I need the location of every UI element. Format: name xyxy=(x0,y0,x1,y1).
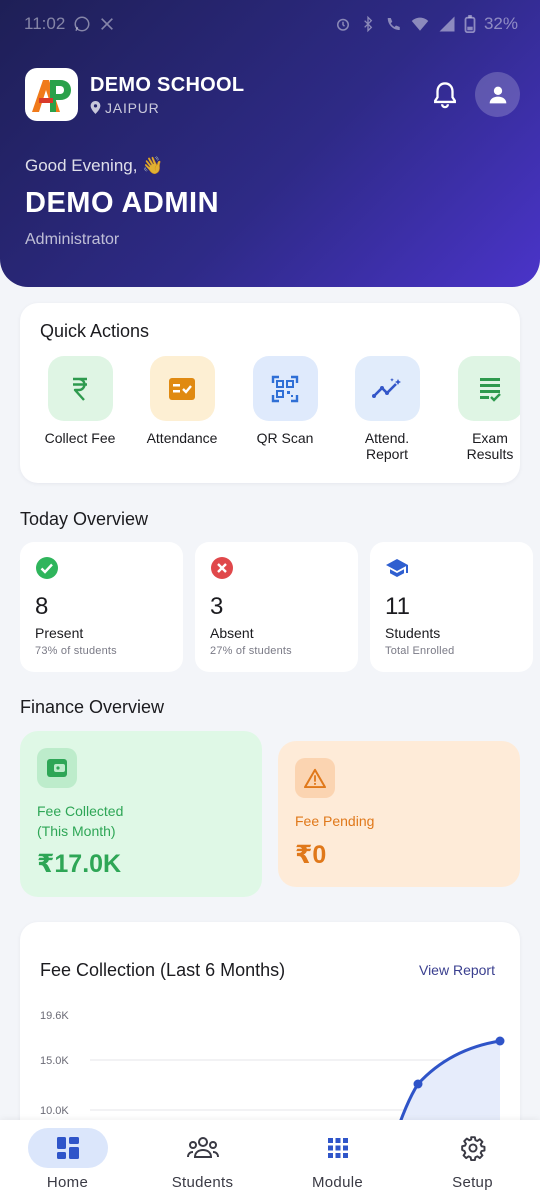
fee-pending-value: ₹0 xyxy=(295,841,327,869)
today-overview-title: Today Overview xyxy=(20,509,149,529)
quick-action-label: Collect Fee xyxy=(44,430,116,446)
present-label: Present xyxy=(35,625,84,641)
absent-count: 3 xyxy=(210,593,224,620)
students-card[interactable]: 11 Students Total Enrolled xyxy=(370,542,533,672)
status-bar: 11:02 32% xyxy=(24,10,518,38)
status-time: 11:02 xyxy=(24,14,66,33)
nav-setup[interactable]: Setup xyxy=(405,1120,540,1200)
present-sub: 73% of students xyxy=(35,645,117,657)
signal-icon xyxy=(439,16,455,32)
grid-icon xyxy=(298,1128,378,1168)
people-icon xyxy=(163,1128,243,1168)
fee-collected-label: Fee Collected (This Month) xyxy=(37,801,123,841)
absent-label: Absent xyxy=(210,625,254,641)
profile-button[interactable] xyxy=(475,72,520,117)
attendance-icon xyxy=(149,356,215,421)
wallet-icon xyxy=(37,748,77,788)
settings-icon xyxy=(433,1128,513,1168)
analytics-icon xyxy=(354,356,420,421)
location-pin-icon xyxy=(90,101,101,114)
students-sub: Total Enrolled xyxy=(385,645,455,657)
fee-chart-plot: 19.6K 15.0K 10.0K xyxy=(40,1010,505,1142)
nav-module[interactable]: Module xyxy=(270,1120,405,1200)
school-logo xyxy=(25,68,78,121)
alarm-icon xyxy=(336,18,349,31)
fee-pending-card[interactable]: Fee Pending ₹0 xyxy=(278,741,520,887)
user-name: DEMO ADMIN xyxy=(25,187,220,219)
rupee-icon xyxy=(47,356,113,421)
nav-label: Students xyxy=(171,1174,234,1191)
notification-button[interactable] xyxy=(431,80,459,110)
warning-icon xyxy=(295,758,335,798)
absent-sub: 27% of students xyxy=(210,645,292,657)
quick-action-label: QR Scan xyxy=(256,430,314,446)
quick-action-attend-report[interactable]: Attend. Report xyxy=(342,356,432,462)
nav-label: Home xyxy=(46,1174,89,1191)
present-card[interactable]: 8 Present 73% of students xyxy=(20,542,183,672)
bell-icon xyxy=(434,82,456,109)
quick-action-label: Exam Results xyxy=(466,430,514,462)
quick-action-exam-results[interactable]: Exam Results xyxy=(445,356,520,462)
bottom-navigation: Home Students Module Setup xyxy=(0,1120,540,1200)
person-icon xyxy=(489,86,506,103)
school-location: JAIPUR xyxy=(90,100,244,116)
battery-icon xyxy=(464,15,476,33)
nav-label: Setup xyxy=(452,1174,493,1191)
chart-data-point xyxy=(495,1036,505,1046)
header-banner: 11:02 32% DEMO SCHOOL JAIPUR Good Evenin… xyxy=(0,0,540,287)
x-icon xyxy=(101,18,114,30)
battery-level: 32% xyxy=(483,14,518,33)
quick-action-label: Attendance xyxy=(146,430,218,446)
school-name: DEMO SCHOOL xyxy=(90,73,245,96)
chart-y-tick-label: 19.6K xyxy=(40,1010,69,1022)
wifi-icon xyxy=(411,17,429,31)
absent-card[interactable]: 3 Absent 27% of students xyxy=(195,542,358,672)
fee-pending-label: Fee Pending xyxy=(295,813,375,829)
fee-collection-chart-card: Fee Collection (Last 6 Months) View Repo… xyxy=(20,922,520,1142)
school-info: DEMO SCHOOL JAIPUR xyxy=(25,68,244,121)
finance-overview-title: Finance Overview xyxy=(20,697,165,717)
chart-data-point xyxy=(413,1079,423,1089)
fee-collected-label-line2: (This Month) xyxy=(37,823,116,839)
dashboard-icon xyxy=(27,1128,108,1168)
cancel-circle-icon xyxy=(211,557,233,579)
chart-y-tick-label: 15.0K xyxy=(40,1055,69,1067)
graduation-cap-icon xyxy=(386,559,408,577)
quick-action-attendance[interactable]: Attendance xyxy=(137,356,227,446)
nav-students[interactable]: Students xyxy=(135,1120,270,1200)
fee-collected-value: ₹17.0K xyxy=(37,850,122,878)
present-count: 8 xyxy=(35,593,49,620)
fee-collected-card[interactable]: Fee Collected (This Month) ₹17.0K xyxy=(20,731,262,897)
quick-action-collect-fee[interactable]: Collect Fee xyxy=(35,356,125,446)
quick-action-label: Attend. Report xyxy=(364,430,410,462)
user-role: Administrator xyxy=(25,231,120,248)
whatsapp-icon xyxy=(74,16,90,32)
nav-home[interactable]: Home xyxy=(0,1120,135,1200)
wifi-calling-icon xyxy=(387,18,400,30)
students-count: 11 xyxy=(385,593,410,620)
quick-action-qr-scan[interactable]: QR Scan xyxy=(240,356,330,446)
students-label: Students xyxy=(385,625,441,641)
bluetooth-icon xyxy=(364,15,373,33)
greeting-text: Good Evening, 👋 xyxy=(25,156,164,175)
check-circle-icon xyxy=(36,557,58,579)
fee-collected-label-line1: Fee Collected xyxy=(37,803,124,819)
quick-actions-card: Quick Actions Collect Fee Attendance QR … xyxy=(20,303,520,483)
nav-label: Module xyxy=(312,1174,363,1191)
chart-y-tick-label: 10.0K xyxy=(40,1105,69,1117)
qr-scan-icon xyxy=(252,356,318,421)
quick-actions-title: Quick Actions xyxy=(40,321,150,341)
school-city: JAIPUR xyxy=(105,99,160,116)
results-icon xyxy=(457,356,520,421)
